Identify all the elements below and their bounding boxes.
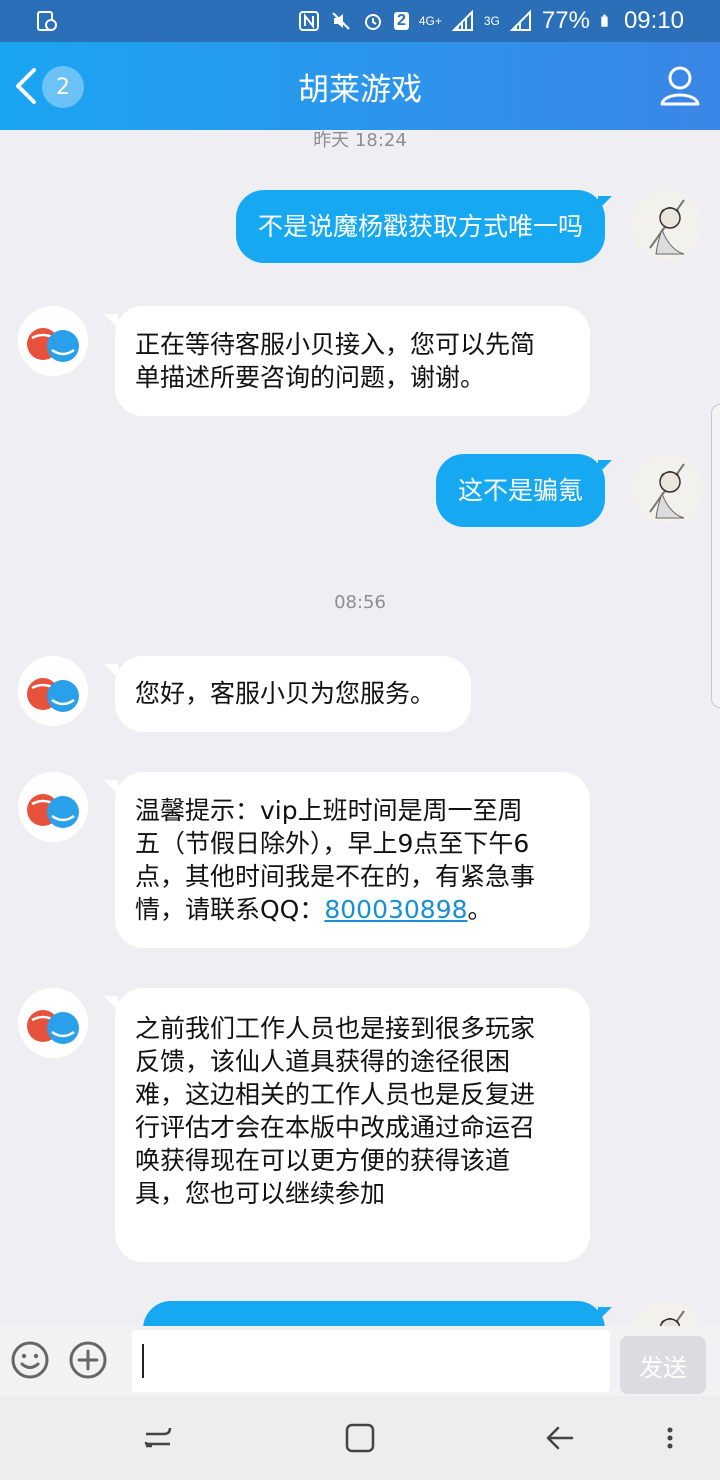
service-avatar[interactable]: [18, 306, 88, 376]
user-avatar[interactable]: [632, 190, 702, 260]
user-avatar-illustration: [632, 1301, 702, 1326]
message-text-line: 正在等待客服小贝接入，您可以先简: [135, 330, 536, 359]
nfc-icon: [298, 11, 319, 31]
service-avatar-logo: [18, 988, 88, 1058]
message-text-line: 行评估才会在本版中改成通过命运召: [135, 1113, 536, 1142]
user-avatar[interactable]: [632, 454, 702, 524]
incoming-message-bubble[interactable]: 温馨提示：vip上班时间是周一至周 五（节假日除外），早上9点至下午6 点，其他…: [115, 772, 590, 948]
message-timestamp: 昨天 18:24: [313, 130, 407, 151]
message-text-line: 难，这边相关的工作人员也是反复进: [135, 1080, 536, 1109]
message-text: 。: [467, 895, 493, 924]
network-4g-label: 4G+: [418, 14, 442, 28]
status-bar: 2 4G+ 3G 77% 09:10: [0, 0, 720, 42]
bubble-tail: [598, 1307, 612, 1321]
bubble-tail: [598, 196, 612, 210]
message-text: 这不是骗氪: [457, 476, 583, 505]
battery-icon: [601, 14, 608, 27]
incoming-message-bubble[interactable]: 您好，客服小贝为您服务。: [115, 656, 471, 732]
signal-icon: [451, 10, 473, 31]
outgoing-message-bubble[interactable]: [143, 1301, 605, 1326]
service-avatar-logo: [18, 306, 88, 376]
message-timestamp: 08:56: [334, 592, 386, 613]
back-arrow-icon[interactable]: [544, 1422, 576, 1454]
outgoing-message-bubble[interactable]: 这不是骗氪: [435, 454, 605, 527]
status-icons: 2 4G+ 3G 77% 09:10: [298, 0, 684, 42]
message-text-line: 情，请联系QQ：800030898。: [135, 893, 570, 926]
smiley-icon[interactable]: [10, 1340, 50, 1380]
system-navigation-bar: [0, 1396, 720, 1480]
incoming-message-bubble[interactable]: 之前我们工作人员也是接到很多玩家 反馈，该仙人道具获得的途径很困 难，这边相关的…: [115, 988, 590, 1262]
home-icon[interactable]: [344, 1422, 376, 1454]
outgoing-message-bubble[interactable]: 不是说魔杨戳获取方式唯一吗: [235, 190, 605, 263]
more-options-icon[interactable]: [654, 1422, 686, 1454]
service-avatar[interactable]: [18, 656, 88, 726]
chat-header: 2 胡莱游戏: [0, 42, 720, 130]
message-input-bar: 发送: [0, 1326, 720, 1396]
battery-percent: 77%: [541, 7, 590, 34]
service-avatar[interactable]: [18, 772, 88, 842]
message-text-line: 唤获得现在可以更方便的获得该道: [135, 1146, 511, 1175]
plus-circle-icon[interactable]: [68, 1340, 108, 1380]
message-text: 情，请联系QQ：: [135, 895, 325, 924]
sim-badge: 2: [393, 12, 409, 30]
signal-icon-2: [509, 10, 531, 31]
message-text-line: 之前我们工作人员也是接到很多玩家: [135, 1014, 536, 1043]
scrollbar-thumb[interactable]: [711, 404, 720, 708]
recent-apps-icon[interactable]: [142, 1422, 174, 1454]
message-text: 不是说魔杨戳获取方式唯一吗: [257, 212, 583, 241]
service-avatar-logo: [18, 772, 88, 842]
qq-number-link[interactable]: 800030898: [324, 895, 467, 924]
screenshot-notification-icon: [37, 11, 57, 31]
network-3g-label: 3G: [483, 14, 500, 28]
message-text-line: 点，其他时间我是不在的，有紧急事: [135, 862, 536, 891]
message-text-line: 单描述所要咨询的问题，谢谢。: [135, 363, 486, 392]
bubble-tail: [598, 460, 612, 474]
person-icon[interactable]: [658, 64, 702, 108]
user-avatar[interactable]: [632, 1301, 702, 1326]
user-avatar-illustration: [632, 190, 702, 260]
message-input[interactable]: [132, 1330, 610, 1392]
chat-message-list[interactable]: 昨天 18:24 不是说魔杨戳获取方式唯一吗 正在等待客服小贝接入，您可以先简 …: [0, 130, 720, 1326]
text-caret: [142, 1344, 144, 1378]
message-text: 您好，客服小贝为您服务。: [135, 679, 436, 708]
alarm-icon: [364, 14, 381, 30]
status-time: 09:10: [623, 7, 684, 34]
service-avatar[interactable]: [18, 988, 88, 1058]
message-text-line: 反馈，该仙人道具获得的途径很困: [135, 1047, 511, 1076]
user-avatar-illustration: [632, 454, 702, 524]
message-text-line: 温馨提示：vip上班时间是周一至周: [135, 796, 523, 825]
service-avatar-logo: [18, 656, 88, 726]
send-button[interactable]: 发送: [620, 1336, 706, 1394]
message-text-line: 具，您也可以继续参加: [135, 1179, 386, 1208]
mute-icon: [332, 12, 350, 30]
page-title: 胡莱游戏: [298, 71, 422, 108]
message-text-line: 五（节假日除外），早上9点至下午6: [135, 829, 530, 858]
incoming-message-bubble[interactable]: 正在等待客服小贝接入，您可以先简 单描述所要咨询的问题，谢谢。: [115, 306, 590, 416]
